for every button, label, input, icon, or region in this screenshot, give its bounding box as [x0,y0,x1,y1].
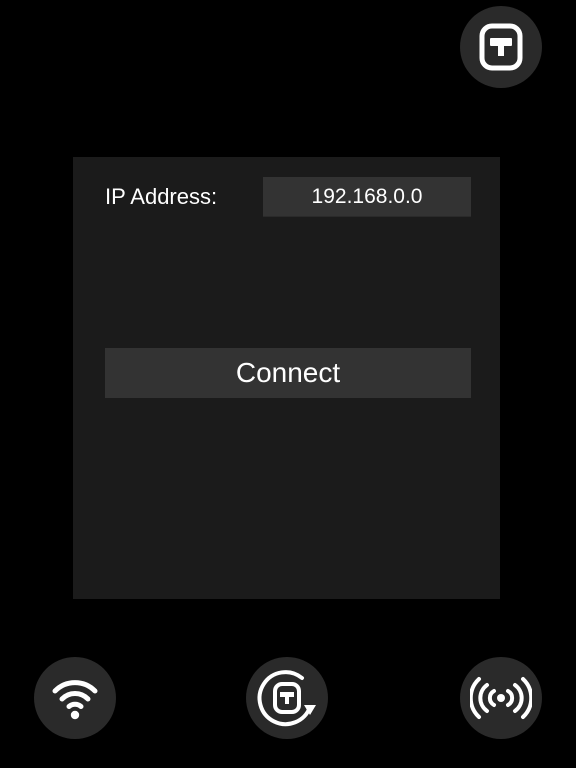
app-screen: IP Address: Connect [0,0,576,768]
connect-button[interactable]: Connect [105,348,471,398]
wifi-icon [52,680,98,720]
broadcast-signal-icon [470,677,532,719]
connection-panel: IP Address: Connect [73,157,500,599]
broadcast-button[interactable] [460,657,542,739]
wifi-button[interactable] [34,657,116,739]
ip-address-input[interactable] [263,177,471,217]
ip-address-label: IP Address: [105,184,218,209]
robot-face-icon [479,23,523,71]
robot-rotate-icon [257,670,316,727]
robot-rotate-button[interactable] [246,657,328,739]
robot-button[interactable] [460,6,542,88]
